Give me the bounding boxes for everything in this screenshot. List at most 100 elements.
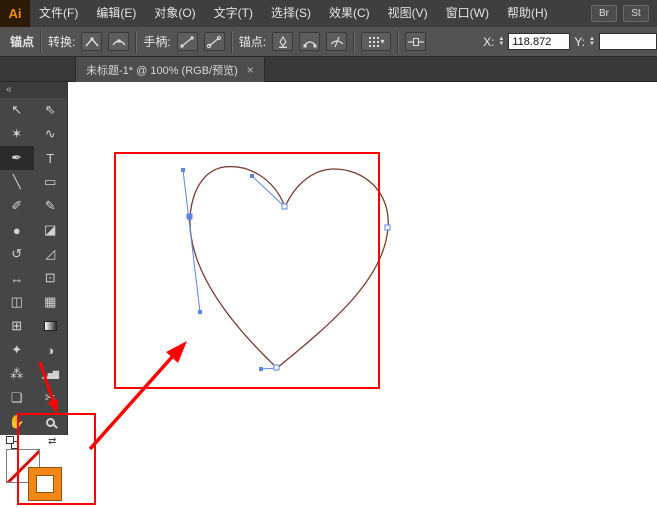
slice-tool[interactable]: ✂: [34, 386, 68, 410]
eyedropper-icon: ✦: [11, 342, 23, 357]
anchor-point-label: 锚点: [10, 35, 35, 49]
menu-bar: Ai 文件(F) 编辑(E) 对象(O) 文字(T) 选择(S) 效果(C) 视…: [0, 0, 657, 27]
convert-to-corner-button[interactable]: [81, 32, 103, 51]
menu-view[interactable]: 视图(V): [379, 0, 437, 27]
hand-icon: ✋: [8, 414, 25, 429]
connect-endpoints-button[interactable]: [299, 32, 321, 51]
pencil-tool[interactable]: ✎: [34, 194, 68, 218]
free-transform-tool[interactable]: ⊡: [34, 266, 68, 290]
selection-tool[interactable]: ↖: [0, 98, 34, 122]
paintbrush-tool[interactable]: ✐: [0, 194, 34, 218]
line-segment-icon: ╲: [12, 174, 21, 189]
artboard-canvas[interactable]: [68, 82, 657, 508]
rotate-tool[interactable]: ↺: [0, 242, 34, 266]
lasso-tool[interactable]: ∿: [34, 122, 68, 146]
eraser-icon: ◪: [44, 222, 57, 237]
bezier-handle-end[interactable]: [198, 310, 202, 314]
bezier-handle-end[interactable]: [250, 174, 254, 178]
paintbrush-icon: ✐: [11, 198, 23, 213]
swap-fill-stroke-icon[interactable]: ⇄: [48, 436, 56, 447]
remove-anchor-button[interactable]: [272, 32, 294, 51]
tab-close-icon[interactable]: ×: [247, 63, 254, 77]
zoom-tool[interactable]: [34, 410, 68, 434]
anchor-point[interactable]: [281, 203, 288, 210]
bezier-handle-end[interactable]: [181, 168, 185, 172]
anchor-point[interactable]: [384, 224, 391, 231]
document-tab[interactable]: 未标题-1* @ 100% (RGB/预览) ×: [75, 57, 265, 82]
eraser-tool[interactable]: ◪: [34, 218, 68, 242]
perspective-grid-icon: ▦: [44, 294, 57, 309]
shape-builder-icon: ◫: [10, 294, 23, 309]
y-input[interactable]: [599, 33, 657, 50]
eyedropper-tool[interactable]: ✦: [0, 338, 34, 362]
menu-effect[interactable]: 效果(C): [320, 0, 379, 27]
x-label: X:: [483, 34, 495, 49]
tools-panel: « ↖ ⇖ ✶ ∿ ✒ T ╲ ▭ ✐ ✎ ● ◪ ↺ ◿ ↔ ⊡ ◫ ▦ ⊞ …: [0, 82, 68, 435]
transform-reference-button[interactable]: [405, 32, 427, 51]
menu-edit[interactable]: 编辑(E): [87, 0, 145, 27]
heart-drawing: [181, 165, 391, 371]
bezier-handle-line: [182, 169, 201, 313]
magic-wand-tool[interactable]: ✶: [0, 122, 34, 146]
convert-to-smooth-button[interactable]: [108, 32, 130, 51]
y-stepper[interactable]: ▲ ▼: [589, 36, 595, 47]
coordinates-group: X: ▲▼ Y: ▲▼: [477, 33, 657, 50]
shape-builder-tool[interactable]: ◫: [0, 290, 34, 314]
bezier-handle-end[interactable]: [259, 367, 263, 371]
type-tool[interactable]: T: [34, 146, 68, 170]
free-transform-icon: ⊡: [44, 270, 56, 285]
gradient-icon: [43, 321, 57, 331]
blend-icon: ◑: [46, 342, 55, 358]
bezier-handle-line: [251, 175, 286, 208]
tools-grid: ↖ ⇖ ✶ ∿ ✒ T ╲ ▭ ✐ ✎ ● ◪ ↺ ◿ ↔ ⊡ ◫ ▦ ⊞ ✦ …: [0, 98, 67, 434]
tools-panel-collapse[interactable]: «: [0, 82, 67, 98]
control-bar: 锚点 转换: 手柄: 锚点: ▾ X: ▲ ▼ 118.872 Y: ▲ ▼: [0, 27, 657, 57]
symbol-sprayer-tool[interactable]: ⁂: [0, 362, 34, 386]
stock-button[interactable]: St: [623, 5, 649, 22]
show-handles-icon: [180, 36, 194, 47]
stroke-swatch-orange[interactable]: [28, 467, 62, 501]
default-fill-stroke-icon[interactable]: [6, 436, 19, 449]
x-stepper[interactable]: ▲ ▼: [498, 36, 504, 47]
width-tool[interactable]: ↔: [0, 266, 34, 290]
zoom-icon: [45, 417, 55, 427]
tab-strip: 未标题-1* @ 100% (RGB/预览) ×: [0, 57, 657, 82]
menu-object[interactable]: 对象(O): [145, 0, 204, 27]
column-graph-tool[interactable]: ▂▅▇: [34, 362, 68, 386]
x-input[interactable]: [508, 33, 571, 50]
direct-selection-tool[interactable]: ⇖: [34, 98, 68, 122]
hand-tool[interactable]: ✋: [0, 410, 34, 434]
rectangle-tool[interactable]: ▭: [34, 170, 68, 194]
scale-tool[interactable]: ◿: [34, 242, 68, 266]
cut-path-button[interactable]: [326, 32, 348, 51]
artboard-tool[interactable]: ❏: [0, 386, 34, 410]
handles-label: 手柄:: [143, 35, 171, 49]
menu-type[interactable]: 文字(T): [205, 0, 262, 27]
anchor-point[interactable]: [186, 213, 193, 220]
hide-handles-button[interactable]: [203, 32, 225, 51]
show-handles-button[interactable]: [176, 32, 198, 51]
anchor-point[interactable]: [273, 364, 280, 371]
blob-brush-tool[interactable]: ●: [0, 218, 34, 242]
menu-help[interactable]: 帮助(H): [498, 0, 557, 27]
gradient-tool[interactable]: [34, 314, 68, 338]
rectangle-icon: ▭: [44, 174, 57, 189]
heart-path[interactable]: [189, 165, 389, 369]
pen-tool[interactable]: ✒: [0, 146, 34, 170]
align-grid-icon: [368, 36, 379, 47]
menu-window[interactable]: 窗口(W): [437, 0, 498, 27]
align-options-dropdown[interactable]: ▾: [361, 32, 392, 51]
bridge-button[interactable]: Br: [591, 5, 617, 22]
menu-file[interactable]: 文件(F): [30, 0, 87, 27]
artboard-icon: ❏: [10, 390, 23, 405]
menu-select[interactable]: 选择(S): [262, 0, 320, 27]
perspective-grid-tool[interactable]: ▦: [34, 290, 68, 314]
blend-tool[interactable]: ◑: [34, 338, 68, 362]
y-label: Y:: [574, 34, 586, 49]
illustrator-logo: Ai: [0, 0, 30, 27]
pencil-icon: ✎: [44, 198, 56, 213]
fill-stroke-swatches: ⇄: [6, 436, 68, 506]
line-segment-tool[interactable]: ╲: [0, 170, 34, 194]
convert-label: 转换:: [48, 35, 76, 49]
mesh-tool[interactable]: ⊞: [0, 314, 34, 338]
